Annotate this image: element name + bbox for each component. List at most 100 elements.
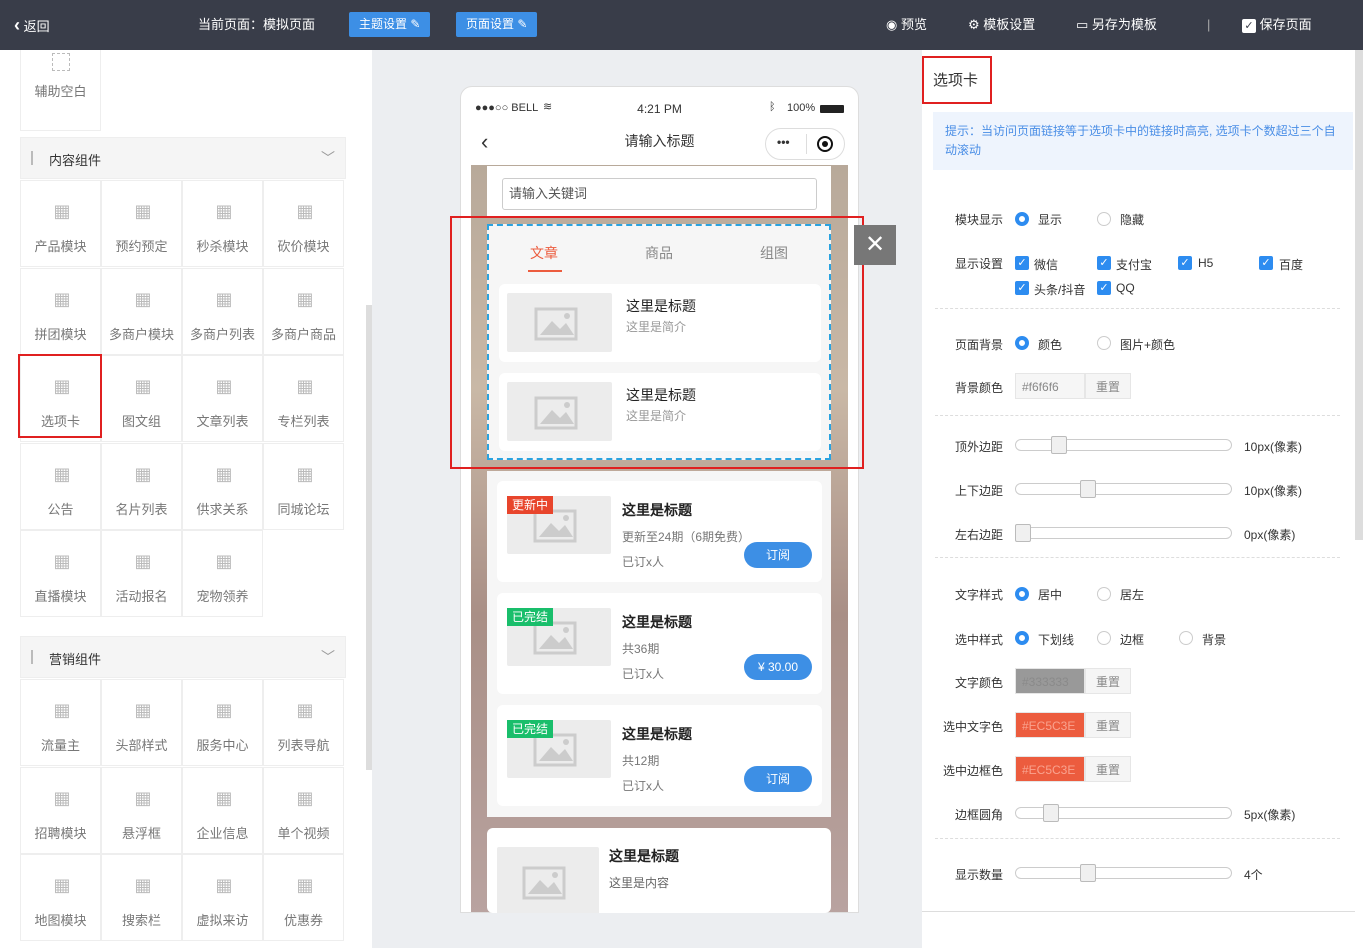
content-item[interactable]: ▦ 直播模块 — [20, 530, 101, 617]
current-page-label: 当前页面：模拟页面 — [198, 17, 316, 32]
component-aux-blank[interactable]: 辅助空白 — [20, 50, 101, 131]
component-icon: ▦ — [296, 700, 314, 720]
battery-label: 100% — [787, 102, 816, 114]
component-icon: ▦ — [134, 288, 152, 309]
content-item[interactable]: ▦ 活动报名 — [101, 530, 182, 617]
content-item[interactable]: ▦ 多商户列表 — [182, 267, 263, 355]
horizontal-margin-slider[interactable] — [1015, 524, 1232, 542]
checkbox-h5[interactable]: ✓ — [1178, 256, 1192, 270]
section-content[interactable]: 内容组件 ﹀ — [20, 137, 346, 179]
radio-background[interactable] — [1179, 631, 1193, 645]
radio-hide[interactable] — [1097, 212, 1111, 226]
marketing-item[interactable]: ▦ 服务中心 — [182, 679, 263, 766]
content-item[interactable]: ▦ 预约预定 — [101, 180, 182, 267]
component-icon: ▦ — [53, 787, 71, 808]
border-radius-slider[interactable] — [1015, 804, 1232, 822]
blank-icon — [52, 53, 70, 71]
section-marketing[interactable]: 营销组件 ﹀ — [20, 636, 346, 678]
marketing-item[interactable]: ▦ 列表导航 — [263, 679, 344, 766]
component-icon: ▦ — [134, 376, 152, 396]
save-as-template-button[interactable]: ▭ 另存为模板 — [1076, 0, 1157, 50]
template-settings-button[interactable]: ⚙ 模板设置 — [968, 0, 1035, 50]
preview-button[interactable]: ◉ 预览 — [886, 0, 927, 50]
subscribe-button[interactable]: 订阅 — [744, 542, 812, 568]
marketing-item[interactable]: ▦ 头部样式 — [101, 679, 182, 766]
content-item[interactable]: ▦ 多商户模块 — [101, 267, 182, 355]
subscribe-button[interactable]: ¥ 30.00 — [744, 654, 812, 680]
slider-knob[interactable] — [1051, 436, 1067, 454]
marketing-item[interactable]: ▦ 悬浮框 — [101, 766, 182, 854]
radio-bg-color[interactable] — [1015, 336, 1029, 350]
battery-icon — [820, 105, 844, 113]
component-icon: ▦ — [215, 288, 233, 309]
capsule-menu[interactable]: ••• — [765, 128, 845, 160]
content-item[interactable]: ▦ 拼团模块 — [20, 267, 101, 355]
content-item[interactable]: ▦ 图文组 — [101, 355, 182, 442]
slider-knob[interactable] — [1080, 864, 1096, 882]
component-icon: ▦ — [215, 463, 233, 484]
component-icon: ▦ — [53, 201, 71, 221]
subscribe-button[interactable]: 订阅 — [744, 766, 812, 792]
content-card[interactable]: 这里是标题 这里是内容 — [487, 828, 831, 917]
slider-knob[interactable] — [1080, 480, 1096, 498]
back-button[interactable]: ‹ 返回 — [14, 0, 50, 50]
content-item[interactable]: ▦ 多商户商品 — [263, 267, 344, 355]
component-icon: ▦ — [215, 787, 233, 808]
selected-text-color-input[interactable]: #EC5C3E — [1015, 712, 1085, 738]
marketing-item[interactable]: ▦ 优惠券 — [263, 854, 344, 941]
right-scrollbar[interactable] — [1355, 50, 1363, 540]
display-count-slider[interactable] — [1015, 864, 1232, 882]
component-icon: ▦ — [53, 875, 71, 895]
text-color-input[interactable]: #333333 — [1015, 668, 1085, 694]
content-item[interactable]: ▦ 专栏列表 — [263, 355, 344, 442]
save-page-button[interactable]: ✓ 保存页面 — [1242, 0, 1312, 50]
content-item[interactable]: ▦ 名片列表 — [101, 442, 182, 530]
radio-center[interactable] — [1015, 587, 1029, 601]
radio-bg-image[interactable] — [1097, 336, 1111, 350]
page-settings-button[interactable]: 页面设置 ✎ — [456, 12, 538, 37]
selected-border-color-input[interactable]: #EC5C3E — [1015, 756, 1085, 782]
reset-button[interactable]: 重置 — [1085, 373, 1131, 399]
content-item[interactable]: ▦ 秒杀模块 — [182, 180, 263, 267]
close-icon[interactable]: ✕ — [854, 225, 896, 265]
top-margin-slider[interactable] — [1015, 436, 1232, 454]
component-icon: ▦ — [134, 700, 152, 720]
search-input[interactable]: 请输入关键词 — [502, 178, 817, 210]
checkbox-baidu[interactable]: ✓ — [1259, 256, 1273, 270]
content-item[interactable]: ▦ 砍价模块 — [263, 180, 344, 267]
radio-left[interactable] — [1097, 587, 1111, 601]
bg-color-input[interactable]: #f6f6f6 — [1015, 373, 1085, 399]
checkbox-wechat[interactable]: ✓ — [1015, 256, 1029, 270]
slider-knob[interactable] — [1015, 524, 1031, 542]
checkbox-qq[interactable]: ✓ — [1097, 281, 1111, 295]
content-item[interactable]: ▦ 文章列表 — [182, 355, 263, 442]
component-icon: ▦ — [296, 875, 314, 895]
content-item[interactable]: ▦ 供求关系 — [182, 442, 263, 530]
content-item[interactable]: ▦ 宠物领养 — [182, 530, 263, 617]
marketing-item[interactable]: ▦ 地图模块 — [20, 854, 101, 941]
reset-button[interactable]: 重置 — [1085, 668, 1131, 694]
marketing-item[interactable]: ▦ 搜索栏 — [101, 854, 182, 941]
course-card[interactable]: 更新中 这里是标题 更新至24期（6期免费） 已订x人 订阅 — [497, 481, 822, 582]
radio-border[interactable] — [1097, 631, 1111, 645]
checkbox-toutiao[interactable]: ✓ — [1015, 281, 1029, 295]
marketing-item[interactable]: ▦ 虚拟来访 — [182, 854, 263, 941]
marketing-item[interactable]: ▦ 流量主 — [20, 679, 101, 766]
content-item[interactable]: ▦ 产品模块 — [20, 180, 101, 267]
marketing-item[interactable]: ▦ 企业信息 — [182, 766, 263, 854]
content-item[interactable]: ▦ 同城论坛 — [263, 442, 344, 530]
reset-button[interactable]: 重置 — [1085, 712, 1131, 738]
checkbox-alipay[interactable]: ✓ — [1097, 256, 1111, 270]
theme-settings-button[interactable]: 主题设置 ✎ — [349, 12, 431, 37]
vertical-margin-slider[interactable] — [1015, 480, 1232, 498]
edit-icon: ✎ — [517, 17, 528, 31]
radio-underline[interactable] — [1015, 631, 1029, 645]
slider-knob[interactable] — [1043, 804, 1059, 822]
reset-button[interactable]: 重置 — [1085, 756, 1131, 782]
radio-show[interactable] — [1015, 212, 1029, 226]
course-card[interactable]: 已完结 这里是标题 共36期 已订x人 ¥ 30.00 — [497, 593, 822, 694]
marketing-item[interactable]: ▦ 招聘模块 — [20, 766, 101, 854]
content-item[interactable]: ▦ 公告 — [20, 442, 101, 530]
marketing-item[interactable]: ▦ 单个视频 — [263, 766, 344, 854]
course-card[interactable]: 已完结 这里是标题 共12期 已订x人 订阅 — [497, 705, 822, 806]
